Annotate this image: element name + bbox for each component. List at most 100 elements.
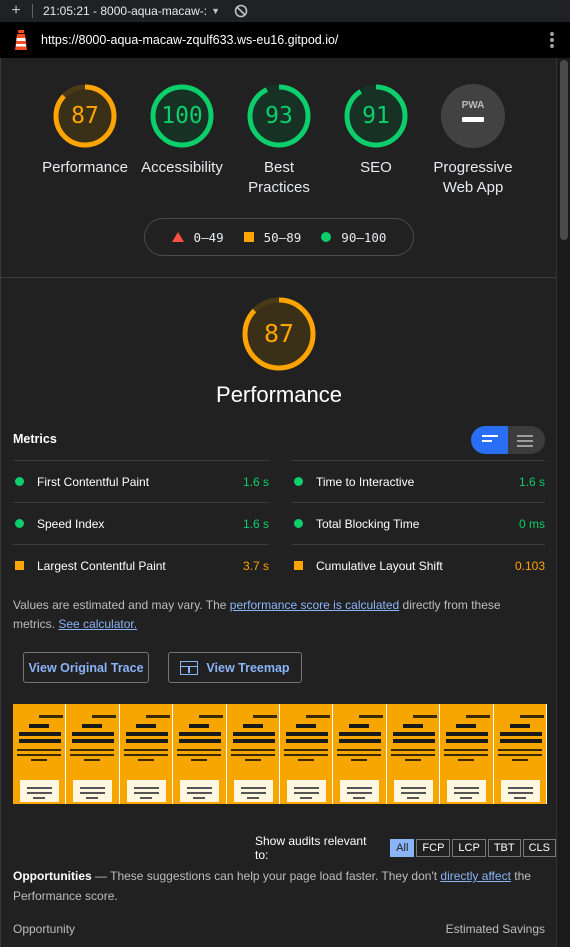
metric-total-blocking-time: Total Blocking Time 0 ms: [292, 502, 545, 544]
filmstrip-frame: [440, 704, 494, 804]
filmstrip-frame: [119, 704, 174, 804]
scrollbar-thumb[interactable]: [560, 60, 568, 240]
address-bar: https://8000-aqua-macaw-zqulf633.ws-eu16…: [0, 23, 570, 57]
circle-icon: [321, 232, 332, 242]
metric-largest-contentful-paint: Largest Contentful Paint 3.7 s: [13, 544, 269, 586]
metric-name: Speed Index: [37, 516, 105, 531]
metric-value: 1.6 s: [242, 516, 269, 531]
gauge-label: Performance: [42, 159, 128, 176]
filmstrip-frame: [333, 704, 387, 804]
filmstrip-frame: [66, 704, 120, 804]
opportunities-intro: Opportunities — These suggestions can he…: [13, 866, 533, 906]
opportunities-title: Opportunities: [13, 869, 92, 883]
metric-value: 3.7 s: [242, 558, 269, 573]
audit-filter-chips: All FCP LCP TBT CLS: [388, 839, 556, 857]
metric-name: Cumulative Layout Shift: [316, 558, 443, 573]
pass-indicator-icon: [15, 519, 24, 528]
opportunities-text: — These suggestions can help your page l…: [91, 869, 441, 883]
gauge-label: Accessibility: [141, 159, 223, 176]
filmstrip-frame: [226, 704, 280, 804]
legend-average: 50–89: [243, 229, 302, 245]
metric-cumulative-layout-shift: Cumulative Layout Shift 0.103: [292, 544, 545, 586]
gauge-pwa[interactable]: PWA Progressive Web App: [423, 82, 523, 198]
legend-pass-range: 90–100: [341, 229, 387, 245]
list-view-icon: [517, 435, 533, 450]
tab-bar: + 21:05:21 - 8000-aqua-macaw-: ▼: [0, 0, 570, 22]
legend-pass: 90–100: [321, 230, 386, 245]
pwa-badge-text: PWA: [462, 100, 485, 111]
metric-name: Total Blocking Time: [316, 516, 420, 531]
metric-name: Time to Interactive: [316, 474, 415, 489]
view-treemap-label: View Treemap: [206, 660, 290, 675]
gauge-performance[interactable]: 87 Performance: [35, 82, 135, 178]
metric-value: 0 ms: [518, 516, 545, 531]
metric-value: 1.6 s: [242, 474, 269, 489]
filter-chip-cls[interactable]: CLS: [522, 839, 556, 857]
metric-first-contentful-paint: First Contentful Paint 1.6 s: [13, 460, 269, 502]
note-prefix: Values are estimated and may vary. The: [13, 598, 230, 612]
block-icon[interactable]: [234, 4, 248, 18]
performance-gauge: 87: [239, 294, 319, 374]
view-original-trace-button[interactable]: View Original Trace: [23, 652, 149, 683]
lighthouse-icon: [15, 30, 27, 50]
new-tab-icon[interactable]: +: [0, 2, 32, 20]
filmstrip-frame: [13, 704, 67, 804]
square-icon: [243, 232, 254, 242]
tab-dropdown-icon[interactable]: ▼: [211, 6, 220, 16]
gauge-label: Best Practices: [248, 159, 310, 196]
metric-name: Largest Contentful Paint: [37, 558, 166, 573]
filter-chip-all[interactable]: All: [390, 839, 415, 857]
metrics-view-toggle[interactable]: [471, 426, 545, 454]
audit-filter-label: Show audits relevant to:: [255, 834, 367, 862]
report-scrollbar[interactable]: [556, 58, 570, 947]
gauge-score: 93: [265, 103, 293, 129]
gauge-accessibility[interactable]: 100 Accessibility: [132, 82, 232, 178]
see-calculator-link[interactable]: See calculator.: [58, 617, 137, 631]
filmstrip: [13, 704, 547, 804]
gauge-best-practices[interactable]: 93 Best Practices: [229, 82, 329, 198]
lighthouse-report: 87 Performance 100 Accessibility 93 Best…: [0, 58, 556, 947]
gauge-label: Progressive Web App: [433, 159, 513, 196]
filmstrip-frame: [173, 704, 227, 804]
gauge-label: SEO: [360, 159, 392, 176]
filmstrip-frame: [279, 704, 334, 804]
triangle-icon: [171, 232, 184, 242]
category-gauges: 87 Performance 100 Accessibility 93 Best…: [1, 82, 556, 212]
gauge-score: 100: [161, 103, 203, 129]
gauge-score: 91: [362, 103, 390, 129]
filmstrip-frame: [493, 704, 547, 804]
score-calculated-link[interactable]: performance score is calculated: [230, 598, 399, 612]
metrics-note: Values are estimated and may vary. The p…: [13, 596, 533, 634]
performance-score: 87: [263, 319, 295, 348]
metric-speed-index: Speed Index 1.6 s: [13, 502, 269, 544]
metric-value: 0.103: [514, 558, 545, 573]
view-treemap-button[interactable]: View Treemap: [168, 652, 302, 683]
gauge-seo[interactable]: 91 SEO: [326, 82, 426, 178]
treemap-icon: [180, 660, 199, 675]
metrics-heading: Metrics: [13, 432, 57, 446]
column-opportunity: Opportunity: [13, 922, 76, 936]
filter-chip-lcp[interactable]: LCP: [452, 839, 486, 857]
average-indicator-icon: [15, 561, 24, 570]
average-indicator-icon: [294, 561, 303, 570]
pass-indicator-icon: [15, 477, 24, 486]
filmstrip-frame: [386, 704, 441, 804]
directly-affect-link[interactable]: directly affect: [440, 869, 510, 883]
audit-filter: Show audits relevant to: All FCP LCP TBT…: [255, 834, 556, 862]
more-menu-icon[interactable]: [550, 32, 554, 48]
legend-fail: 0–49: [171, 229, 224, 245]
url-text[interactable]: https://8000-aqua-macaw-zqulf633.ws-eu16…: [41, 33, 338, 47]
tab-separator: [32, 4, 33, 18]
section-divider: [1, 277, 556, 278]
legend-average-range: 50–89: [263, 229, 302, 245]
pass-indicator-icon: [294, 519, 303, 528]
filter-chip-tbt[interactable]: TBT: [487, 839, 521, 857]
pass-indicator-icon: [294, 477, 303, 486]
performance-title: Performance: [216, 382, 342, 407]
metric-time-to-interactive: Time to Interactive 1.6 s: [292, 460, 545, 502]
legend-fail-range: 0–49: [193, 229, 224, 245]
filter-chip-fcp[interactable]: FCP: [416, 839, 451, 857]
column-estimated-savings: Estimated Savings: [445, 922, 545, 936]
compact-list-icon: [482, 435, 498, 445]
tab-title[interactable]: 21:05:21 - 8000-aqua-macaw-:: [43, 4, 207, 18]
